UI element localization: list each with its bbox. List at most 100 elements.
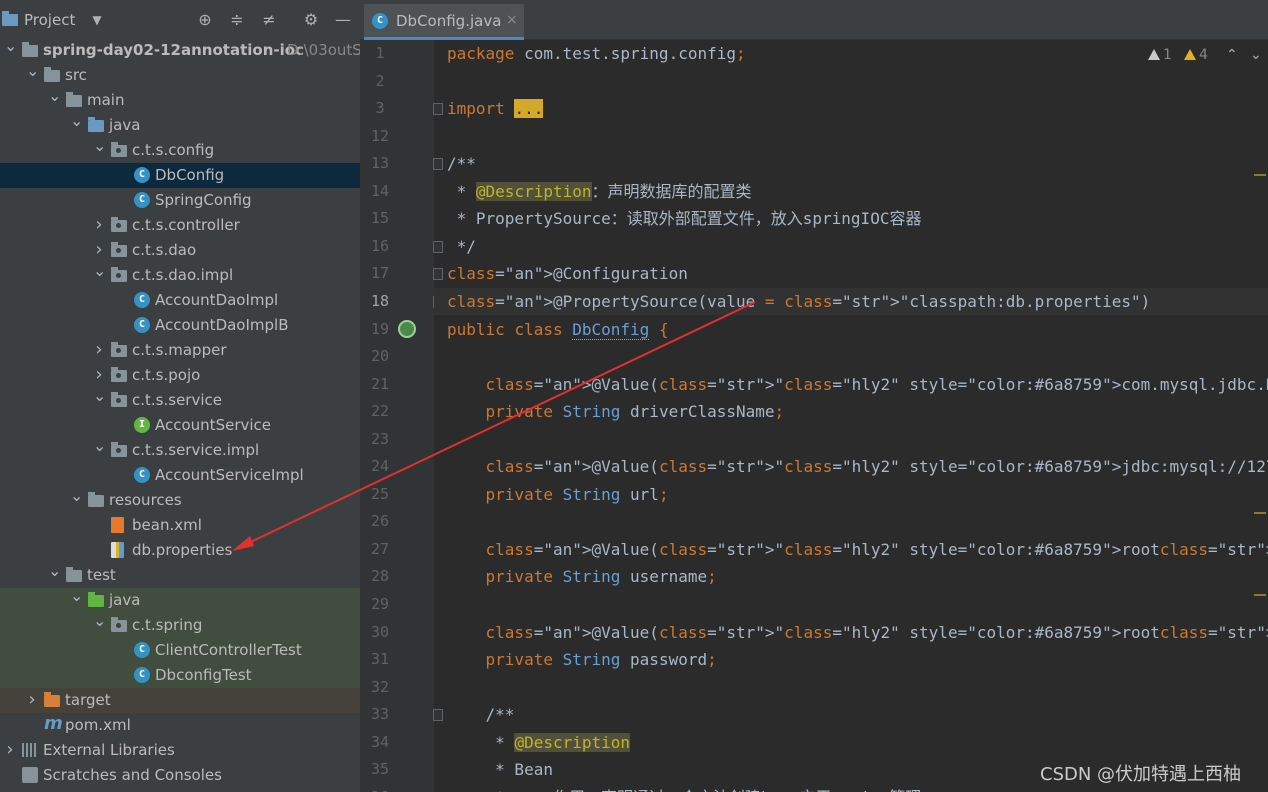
line-number: 26	[370, 512, 390, 531]
code-line[interactable]	[434, 591, 1268, 618]
tree-item[interactable]: C AccountDaoImpl	[0, 288, 360, 313]
tree-item[interactable]: C DbConfig	[0, 163, 360, 188]
tree-item[interactable]: m pom.xml	[0, 713, 360, 738]
tab-label: DbConfig.java	[396, 12, 502, 30]
tab-dbconfig[interactable]: C DbConfig.java ×	[364, 4, 524, 40]
line-number: 3	[375, 99, 385, 118]
tree-item[interactable]: C DbconfigTest	[0, 663, 360, 688]
minimize-icon[interactable]: —	[332, 9, 354, 31]
code-line[interactable]: class="an">@PropertySource(value = class…	[434, 287, 1268, 315]
tree-item[interactable]: › c.t.s.dao	[0, 238, 360, 263]
code-line[interactable]	[434, 123, 1268, 150]
chevron-down-icon[interactable]: ⌄	[48, 88, 61, 108]
scroll-marker[interactable]	[1254, 594, 1266, 596]
tree-item[interactable]: ⌄ java	[0, 113, 360, 138]
chevron-down-icon[interactable]: ⌄	[70, 113, 83, 133]
expand-all-icon[interactable]: ≑	[226, 9, 248, 31]
tree-item[interactable]: ⌄ src	[0, 63, 360, 88]
chevron-right-icon[interactable]: ›	[93, 341, 105, 359]
tree-item[interactable]: ⌄ c.t.s.dao.impl	[0, 263, 360, 288]
tree-item[interactable]: C AccountServiceImpl	[0, 463, 360, 488]
code-line[interactable]: * @Description：声明数据库的配置类	[434, 178, 1268, 205]
tree-item[interactable]: ⌄ spring-day02-12annotation-iocD:\03outSp	[0, 38, 360, 63]
chevron-down-icon[interactable]: ⌄	[93, 438, 106, 458]
chevron-right-icon[interactable]: ›	[93, 216, 105, 234]
code-line[interactable]	[434, 508, 1268, 535]
code-line[interactable]: import ...	[434, 95, 1268, 122]
code-line[interactable]	[434, 343, 1268, 370]
code-line[interactable]	[434, 674, 1268, 701]
chevron-right-icon[interactable]: ›	[93, 241, 105, 259]
line-number: 30	[370, 622, 390, 641]
chevron-right-icon[interactable]: ›	[4, 741, 16, 759]
class-icon: C	[134, 667, 150, 683]
tree-item[interactable]: ⌄ test	[0, 563, 360, 588]
code-line[interactable]: private String password;	[434, 646, 1268, 673]
chevron-right-icon[interactable]: ›	[26, 691, 38, 709]
tree-item[interactable]: ⌄ c.t.spring	[0, 613, 360, 638]
code-line[interactable]: * PropertySource：读取外部配置文件，放入springIOC容器	[434, 205, 1268, 232]
locate-icon[interactable]: ⊕	[194, 9, 216, 31]
tree-item-label: AccountDaoImpl	[155, 291, 279, 309]
scroll-marker[interactable]	[1254, 512, 1266, 514]
tree-item[interactable]: ⌄ java	[0, 588, 360, 613]
tree-item[interactable]: ⌄ c.t.s.service	[0, 388, 360, 413]
chevron-down-icon[interactable]: ⌄	[70, 588, 83, 608]
tree-item[interactable]: ⌄ resources	[0, 488, 360, 513]
chevron-right-icon[interactable]: ›	[93, 366, 105, 384]
code-line[interactable]: private String url;	[434, 481, 1268, 508]
code-line[interactable]: public class DbConfig {	[434, 316, 1268, 343]
code-line[interactable]: /**	[434, 701, 1268, 728]
code-line[interactable]: * @Description	[434, 729, 1268, 756]
chevron-down-icon[interactable]: ⌄	[93, 138, 106, 158]
watermark: CSDN @伏加特遇上西柚	[1040, 764, 1242, 785]
code-line[interactable]: class="an">@Value(class="str">"class="hl…	[434, 619, 1268, 646]
next-highlight-icon[interactable]: ⌄	[1250, 47, 1262, 63]
tree-item[interactable]: ⌄ main	[0, 88, 360, 113]
chevron-down-icon[interactable]: ⌄	[70, 488, 83, 508]
spring-bean-gutter-icon[interactable]	[398, 319, 416, 338]
tree-item[interactable]: I AccountService	[0, 413, 360, 438]
chevron-down-icon[interactable]: ⌄	[48, 563, 61, 583]
chevron-down-icon[interactable]: ⌄	[93, 613, 106, 633]
chevron-down-icon[interactable]: ⌄	[4, 38, 17, 58]
code-line[interactable]: class="an">@Configuration	[434, 260, 1268, 287]
inspection-widget[interactable]: 1 4 ⌃ ⌄	[1146, 47, 1266, 67]
chevron-down-icon[interactable]: ▼	[86, 9, 108, 31]
tree-item[interactable]: C AccountDaoImplB	[0, 313, 360, 338]
tree-item[interactable]: db.properties	[0, 538, 360, 563]
close-icon[interactable]: ×	[506, 12, 518, 28]
chevron-down-icon[interactable]: ⌄	[26, 63, 39, 83]
tree-item[interactable]: › target	[0, 688, 360, 713]
tree-item[interactable]: C ClientControllerTest	[0, 638, 360, 663]
tree-item[interactable]: ⌄ c.t.s.service.impl	[0, 438, 360, 463]
tree-item[interactable]: C SpringConfig	[0, 188, 360, 213]
tree-item[interactable]: › External Libraries	[0, 738, 360, 763]
project-title[interactable]: Project	[24, 11, 75, 29]
gear-icon[interactable]: ⚙	[300, 9, 322, 31]
previous-highlight-icon[interactable]: ⌃	[1226, 47, 1238, 63]
tree-item[interactable]: › c.t.s.mapper	[0, 338, 360, 363]
code-line[interactable]: package com.test.spring.config;	[434, 40, 1268, 67]
code-line[interactable]: private String driverClassName;	[434, 398, 1268, 425]
code-line[interactable]: private String username;	[434, 563, 1268, 590]
tree-item[interactable]: › c.t.s.pojo	[0, 363, 360, 388]
code-line[interactable]: class="an">@Value(class="str">"class="hl…	[434, 371, 1268, 398]
scroll-marker[interactable]	[1254, 174, 1266, 176]
code-line[interactable]: class="an">@Value(class="str">"class="hl…	[434, 536, 1268, 563]
code-area[interactable]: package com.test.spring.config; import ..…	[434, 40, 1268, 792]
chevron-down-icon[interactable]: ⌄	[93, 388, 106, 408]
chevron-down-icon[interactable]: ⌄	[93, 263, 106, 283]
collapse-all-icon[interactable]: ≠	[258, 9, 280, 31]
warning-indicator[interactable]: 4	[1184, 47, 1208, 63]
tree-item[interactable]: ⌄ c.t.s.config	[0, 138, 360, 163]
weak-warning-indicator[interactable]: 1	[1148, 47, 1172, 63]
tree-item[interactable]: Scratches and Consoles	[0, 763, 360, 788]
code-line[interactable]	[434, 68, 1268, 95]
tree-item[interactable]: › c.t.s.controller	[0, 213, 360, 238]
code-line[interactable]: class="an">@Value(class="str">"class="hl…	[434, 453, 1268, 480]
code-line[interactable]: */	[434, 233, 1268, 260]
code-line[interactable]	[434, 426, 1268, 453]
code-line[interactable]: /**	[434, 150, 1268, 177]
tree-item[interactable]: bean.xml	[0, 513, 360, 538]
